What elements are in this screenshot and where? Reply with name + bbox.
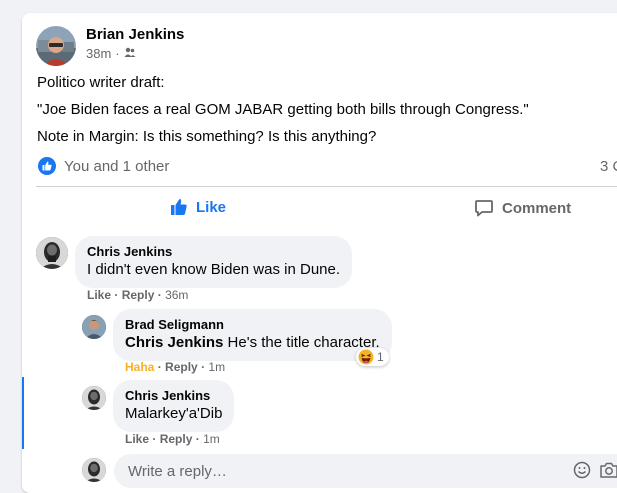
- reaction-label[interactable]: Haha: [125, 360, 154, 374]
- comments-count[interactable]: 3 C: [600, 158, 617, 175]
- reply-reaction-chip[interactable]: 1: [356, 348, 389, 366]
- reply-actions: Haha · Reply · 1m: [125, 360, 226, 374]
- reaction-count: 1: [377, 350, 384, 364]
- reply-author[interactable]: Chris Jenkins: [125, 388, 222, 404]
- highlight-indicator: [22, 377, 24, 449]
- meta-separator: ·: [115, 46, 120, 61]
- reply-author[interactable]: Brad Seligmann: [125, 317, 380, 333]
- comment-time[interactable]: 36m: [165, 288, 188, 302]
- reply-reply-link[interactable]: Reply: [160, 432, 193, 446]
- comment-like-link[interactable]: Like: [87, 288, 111, 302]
- reply-avatar[interactable]: [82, 386, 106, 410]
- reply-text-body: He's the title character.: [227, 334, 380, 351]
- current-user-avatar[interactable]: [82, 458, 106, 482]
- like-button[interactable]: Like: [170, 198, 226, 216]
- divider: [36, 186, 617, 187]
- reply-avatar[interactable]: [82, 315, 106, 339]
- thumbs-up-icon: [171, 199, 187, 215]
- comment-text: I didn't even know Biden was in Dune.: [87, 261, 341, 278]
- friends-icon[interactable]: [124, 46, 136, 61]
- haha-reaction-icon: [358, 349, 374, 365]
- camera-icon[interactable]: [599, 461, 617, 484]
- reactions-summary[interactable]: You and 1 other: [38, 157, 169, 175]
- reply-bubble: Brad Seligmann Chris Jenkins He's the ti…: [113, 309, 392, 361]
- post-text-line: "Joe Biden faces a real GOM JABAR gettin…: [37, 101, 529, 118]
- post-text-line: Note in Margin: Is this something? Is th…: [37, 128, 377, 145]
- reply-text: Chris Jenkins He's the title character.: [125, 333, 380, 353]
- post-card: Brian Jenkins 38m · Politico writer draf…: [22, 13, 617, 493]
- reply-time[interactable]: 1m: [203, 432, 220, 446]
- reply-text: Malarkey'a'Dib: [125, 405, 223, 422]
- emoji-icon[interactable]: [573, 461, 591, 484]
- reply-composer[interactable]: [114, 454, 617, 488]
- reply-bubble: Chris Jenkins Malarkey'a'Dib: [113, 380, 235, 432]
- comment-author[interactable]: Chris Jenkins: [87, 244, 340, 260]
- comment-button[interactable]: Comment: [474, 198, 571, 218]
- author-avatar[interactable]: [36, 26, 76, 66]
- mention-link[interactable]: Chris Jenkins: [125, 334, 223, 351]
- post-text-line: Politico writer draft:: [37, 74, 165, 91]
- reply-time[interactable]: 1m: [208, 360, 225, 374]
- comment-button-label: Comment: [502, 199, 572, 217]
- commenter-avatar[interactable]: [36, 237, 68, 269]
- like-button-label: Like: [196, 198, 227, 216]
- comment-bubble: Chris Jenkins I didn't even know Biden w…: [75, 236, 353, 288]
- post-timestamp[interactable]: 38m: [86, 46, 111, 61]
- comment-icon: [475, 200, 493, 217]
- post-meta: 38m ·: [86, 46, 136, 61]
- reply-reply-link[interactable]: Reply: [165, 360, 198, 374]
- reply-actions: Like · Reply · 1m: [125, 432, 220, 446]
- reply-input[interactable]: [126, 462, 550, 481]
- comment-actions: Like · Reply · 36m: [87, 288, 189, 302]
- reactions-text[interactable]: You and 1 other: [64, 158, 169, 175]
- comment-reply-link[interactable]: Reply: [122, 288, 155, 302]
- reply-like-link[interactable]: Like: [125, 432, 149, 446]
- post-author-name[interactable]: Brian Jenkins: [86, 26, 184, 43]
- like-reaction-icon: [38, 157, 56, 175]
